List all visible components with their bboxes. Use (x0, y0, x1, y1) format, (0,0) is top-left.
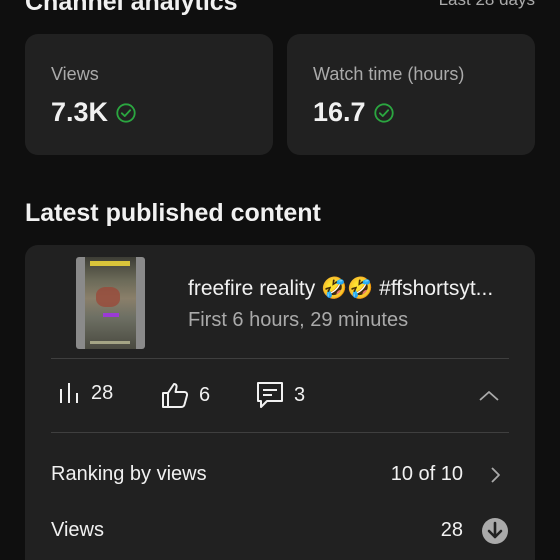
divider (51, 358, 509, 359)
views-row-value: 28 (440, 519, 463, 541)
watch-time-stat-card[interactable]: Watch time (hours) 16.7 (287, 34, 535, 155)
likes-count: 6 (199, 383, 211, 406)
arrow-down-circle-icon (482, 518, 508, 544)
likes-metric: 6 (160, 380, 210, 410)
divider (51, 432, 509, 433)
channel-analytics-page: Channel analytics Last 28 days Views 7.3… (0, 0, 560, 560)
views-row-label: Views (51, 519, 104, 541)
ranking-label: Ranking by views (51, 463, 207, 485)
check-circle-icon (373, 102, 394, 123)
views-stat-value: 7.3K (51, 97, 109, 127)
video-title[interactable]: freefire reality 🤣🤣 #ffshortsyt... (188, 277, 493, 301)
ranking-row[interactable]: Ranking by views 10 of 10 (51, 455, 509, 495)
thumbs-up-icon (162, 383, 189, 408)
latest-content-card: freefire reality 🤣🤣 #ffshortsyt... First… (25, 245, 535, 560)
section-title: Latest published content (25, 199, 321, 227)
views-stat-label: Views (51, 64, 99, 84)
watch-time-stat-label: Watch time (hours) (313, 64, 465, 84)
video-subtitle: First 6 hours, 29 minutes (188, 309, 409, 331)
comment-icon (257, 382, 283, 408)
chevron-right-icon (491, 467, 500, 483)
comments-count: 3 (294, 383, 306, 406)
video-thumbnail[interactable] (76, 257, 145, 349)
comments-metric: 3 (255, 380, 305, 410)
bar-chart-icon (60, 383, 78, 403)
date-range-label[interactable]: Last 28 days (439, 0, 535, 10)
analytics-header: Channel analytics Last 28 days (25, 0, 535, 18)
page-title: Channel analytics (25, 0, 238, 16)
chevron-up-icon[interactable] (477, 384, 501, 408)
check-circle-icon (116, 102, 136, 123)
watch-time-stat-value: 16.7 (313, 97, 366, 127)
views-stat-card[interactable]: Views 7.3K (25, 34, 273, 155)
ranking-value: 10 of 10 (390, 463, 463, 485)
views-row[interactable]: Views 28 (51, 511, 509, 551)
views-count: 28 (91, 381, 114, 404)
views-metric: 28 (56, 380, 113, 406)
metrics-row: 28 6 3 (51, 380, 509, 412)
